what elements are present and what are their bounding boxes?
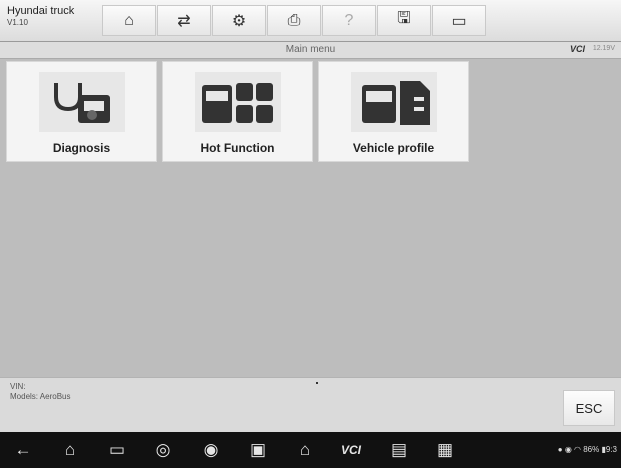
app-name: Hyundai truck xyxy=(7,5,75,17)
models-label: Models: AeroBus xyxy=(10,392,71,401)
message-icon: ▭ xyxy=(451,12,467,30)
help-button[interactable]: ? xyxy=(322,5,376,36)
vehicle-info: VIN: Models: AeroBus xyxy=(10,382,70,402)
hot-function-label: Hot Function xyxy=(200,141,275,155)
menu-bar: Main menu VCI 12.19V xyxy=(0,42,621,59)
settings-button[interactable]: ⚙ xyxy=(212,5,266,36)
display-icon[interactable]: ▣ xyxy=(243,439,273,461)
save-icon: 🖫 xyxy=(397,10,411,27)
hot-function-tile[interactable]: Hot Function xyxy=(162,61,313,162)
status-tray: ● ◉ ◠ 86% ▮9:3 xyxy=(557,445,617,454)
printer-icon: ⎙ xyxy=(287,11,301,29)
vehicle-profile-label: Vehicle profile xyxy=(352,141,435,155)
home-icon: ⌂ xyxy=(124,11,134,29)
indicator-dot xyxy=(316,382,318,384)
home-button[interactable]: ⌂ xyxy=(102,5,156,36)
home-nav-icon[interactable]: ⌂ xyxy=(55,439,85,461)
app-title: Hyundai truck V1.10 xyxy=(7,5,74,29)
vehicle-profile-tile[interactable]: Vehicle profile xyxy=(318,61,469,162)
top-toolbar: Hyundai truck V1.10 ⌂ ⇄ ⚙ ⎙ ? 🖫 ▭ xyxy=(0,0,621,42)
page-title: Main menu xyxy=(285,44,336,55)
diagnosis-label: Diagnosis xyxy=(52,141,111,155)
browser-icon[interactable]: ◎ xyxy=(148,439,178,461)
vci-status: VCI xyxy=(569,44,585,54)
vehicle-swap-button[interactable]: ⇄ xyxy=(157,5,211,36)
vci-icon[interactable]: VCI xyxy=(336,439,366,461)
diagnosis-tile[interactable]: Diagnosis xyxy=(6,61,157,162)
save-button[interactable]: 🖫 xyxy=(377,5,431,36)
help-icon: ? xyxy=(344,11,354,29)
battery-voltage: 12.19V xyxy=(592,45,615,52)
battery-level: 86% xyxy=(583,445,600,454)
vehicle-info-bar: VIN: Models: AeroBus ESC xyxy=(0,377,621,432)
camera-icon[interactable]: ◉ xyxy=(196,439,226,461)
data-logging-button[interactable]: ▭ xyxy=(432,5,486,36)
app-version: V1.10 xyxy=(7,18,28,27)
android-nav-bar: ← ⌂ ▭ ◎ ◉ ▣ ⌂ VCI ▤ ▦ ● ◉ ◠ 86% ▮9:3 xyxy=(0,432,621,468)
back-icon[interactable]: ← xyxy=(8,439,38,461)
recent-apps-icon[interactable]: ▭ xyxy=(102,439,132,461)
vehicle-icon[interactable]: ▤ xyxy=(384,439,414,461)
diagnosis-home-icon[interactable]: ⌂ xyxy=(290,439,320,461)
esc-button[interactable]: ESC xyxy=(563,390,615,426)
swap-icon: ⇄ xyxy=(177,12,191,30)
vin-label: VIN: xyxy=(10,382,26,391)
gear-icon: ⚙ xyxy=(231,12,247,30)
truck-document-icon xyxy=(351,72,437,132)
stethoscope-truck-icon xyxy=(39,72,125,132)
main-menu-area: Diagnosis Hot Function Vehicle profile xyxy=(0,59,621,377)
print-button[interactable]: ⎙ xyxy=(267,5,321,36)
truck-grid-icon xyxy=(195,72,281,132)
truck-icon[interactable]: ▦ xyxy=(430,439,460,461)
